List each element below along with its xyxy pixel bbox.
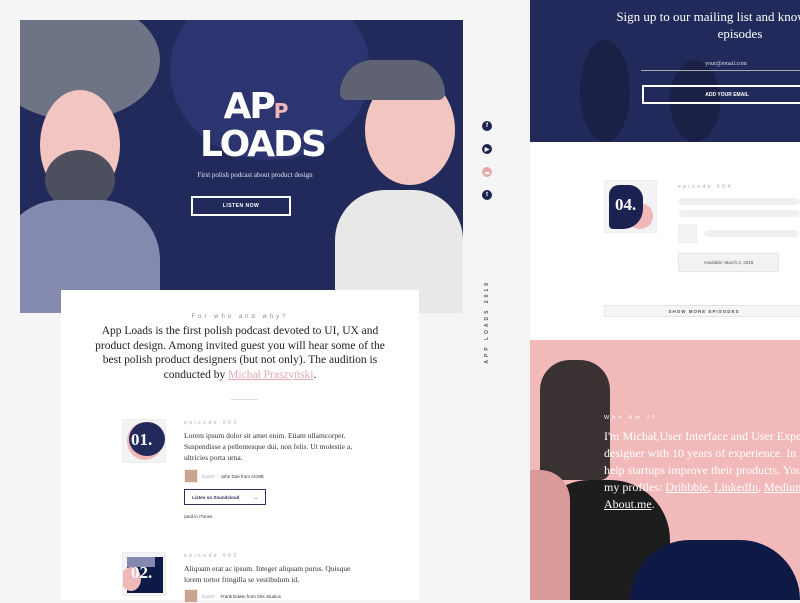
availability-badge: Available: March 2, 2018 [678, 253, 779, 272]
episode-number: 04. [615, 195, 637, 214]
guest-name: John Doe from ACME [220, 473, 265, 479]
facebook-icon[interactable]: f [482, 121, 492, 131]
author-link[interactable]: Michał Praszyński [228, 369, 313, 381]
guest-avatar-placeholder [678, 224, 697, 243]
episode-number: 02. [131, 563, 153, 582]
listen-now-button[interactable]: LISTEN NOW [191, 196, 291, 216]
guest-avatar [184, 469, 198, 483]
guest-avatar [184, 589, 198, 603]
twitter-icon[interactable]: t [482, 190, 492, 200]
episode-number: 01. [131, 430, 153, 449]
about-section: Who Am I? I'm Michał,User Interface and … [530, 340, 800, 600]
placeholder-bar [679, 198, 800, 205]
episode-thumbnail[interactable]: 04. [604, 180, 657, 233]
episode-label: episode #01 [184, 420, 239, 426]
placeholder-bar [704, 230, 799, 237]
guest-name: Frank Edwin from Olis Studios [220, 593, 282, 599]
button-label: Listen on Soundcloud [192, 494, 240, 500]
character-cap [340, 60, 445, 100]
guest-info: Guest : John Doe from ACME [184, 469, 264, 483]
upcoming-episode: 04. episode #04 Available: March 2, 2018… [530, 142, 800, 340]
guest-label: Guest : [202, 473, 217, 479]
about-bio: I'm Michał,User Interface and User Exper… [604, 428, 800, 513]
itunes-link[interactable]: (and in iTunes [184, 514, 212, 519]
episode-label: episode #02 [184, 553, 239, 559]
intro-card: For who and why? App Loads is the first … [61, 290, 419, 603]
email-input[interactable] [641, 57, 800, 71]
aboutme-link[interactable]: About.me [604, 497, 652, 511]
hero-section: APP LOADS First polish podcast about prod… [20, 20, 463, 313]
episode-description: Aliquam erat ac ipsum. Integer aliquam p… [184, 564, 351, 584]
episode-description: Lorem ipsum dolor sit amet enim. Etiam u… [184, 431, 353, 462]
add-email-button[interactable]: ADD YOUR EMAIL [642, 85, 800, 104]
episode-label: episode #04 [678, 184, 733, 190]
app-loads-logo: APP LOADS [200, 86, 327, 165]
vertical-label: APP LOADS 2018 [484, 280, 490, 364]
intro-end: . [313, 368, 317, 381]
newsletter-section: Sign up to our mailing list and know abo… [530, 0, 800, 142]
background-shape [580, 40, 630, 142]
linkedin-link[interactable]: LinkedIn [714, 480, 758, 494]
show-more-episodes-button[interactable]: SHOW MORE EPISODES [604, 305, 800, 317]
background-shape [530, 470, 570, 600]
episode-thumbnail[interactable]: 01. [122, 419, 166, 463]
episode-thumbnail[interactable]: 02. [122, 552, 166, 596]
soundcloud-icon[interactable]: ☁ [482, 167, 492, 177]
divider [231, 399, 258, 400]
youtube-icon[interactable]: ▶ [482, 144, 492, 154]
portrait-photo [540, 360, 610, 480]
about-heading: Who Am I? [604, 415, 658, 421]
newsletter-title: Sign up to our mailing list and know abo… [616, 9, 800, 41]
social-links: f ▶ ☁ t [482, 121, 492, 200]
dribbble-link[interactable]: Dribbble [665, 480, 708, 494]
guest-info: Guest : Frank Edwin from Olis Studios [184, 589, 281, 603]
hero-tagline: First polish podcast about product desig… [197, 171, 313, 179]
intro-heading: For who and why? [191, 314, 289, 320]
arrow-right-icon: → [253, 494, 258, 500]
placeholder-bar [679, 210, 800, 217]
intro-text: App Loads is the first polish podcast de… [95, 324, 385, 382]
listen-soundcloud-button[interactable]: Listen on Soundcloud → [184, 489, 266, 505]
guest-label: Guest : [202, 593, 217, 599]
medium-link[interactable]: Medium [764, 480, 800, 494]
